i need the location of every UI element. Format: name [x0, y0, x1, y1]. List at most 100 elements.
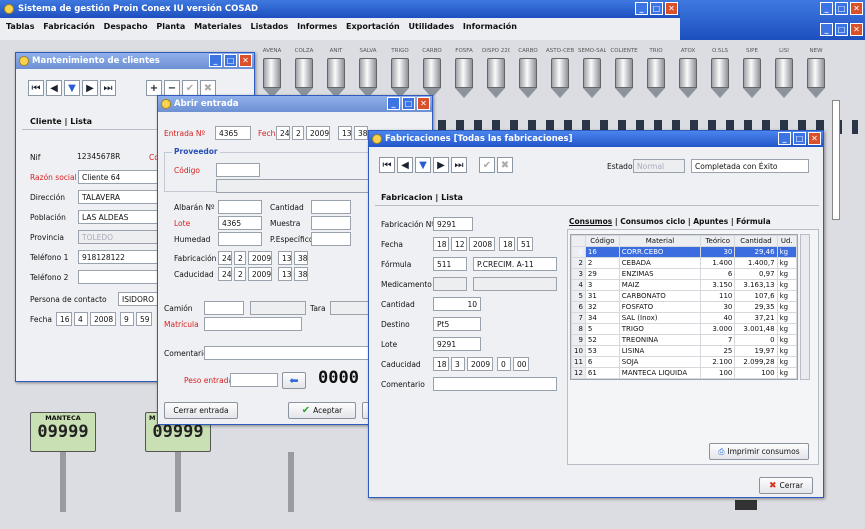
col-ud[interactable]: Ud. — [776, 235, 798, 247]
confirm-icon[interactable]: ✔ — [479, 157, 495, 173]
table-row[interactable]: 7 34 SAL (Inox) 40 37,21 kg — [571, 312, 798, 324]
first-record-icon[interactable]: ⏮ — [28, 80, 44, 96]
maximize-icon[interactable]: □ — [793, 132, 806, 145]
muestra-field[interactable] — [311, 216, 351, 230]
table-row[interactable]: 2 2 CEBADA 1.400 1.400,7 kg — [571, 257, 798, 269]
lote-field[interactable]: 9291 — [433, 337, 481, 351]
caducidad-minute[interactable]: 38 — [294, 267, 308, 281]
caducidad-day[interactable]: 18 — [433, 357, 449, 371]
table-row[interactable]: 5 31 CARBONATO 110 107,6 kg — [571, 290, 798, 302]
tab-lista[interactable]: Lista — [70, 117, 92, 126]
camion-desc-field[interactable] — [250, 301, 306, 315]
close-icon[interactable]: ✕ — [808, 132, 821, 145]
minimize-icon[interactable]: _ — [778, 132, 791, 145]
silo[interactable]: FOSFA — [450, 48, 478, 104]
caducidad-year[interactable]: 2009 — [467, 357, 493, 371]
humedad-field[interactable] — [218, 232, 262, 246]
silo[interactable]: DISPO 220 — [482, 48, 510, 104]
silo[interactable]: SIPE — [738, 48, 766, 104]
menu-informacion[interactable]: Información — [463, 22, 517, 31]
maximize-icon[interactable]: □ — [835, 23, 848, 36]
pespecifico-field[interactable] — [311, 232, 351, 246]
minimize-icon[interactable]: _ — [387, 97, 400, 110]
fabricacion-year[interactable]: 2009 — [248, 251, 272, 265]
provincia-select[interactable]: TOLEDO — [78, 230, 168, 244]
fab-fecha-month[interactable]: 12 — [451, 237, 467, 251]
poblacion-field[interactable]: LAS ALDEAS — [78, 210, 168, 224]
entrada-fecha-minute[interactable]: 38 — [354, 126, 368, 140]
table-row[interactable]: 12 61 MANTECA LIQUIDA 100 100 kg — [571, 367, 798, 379]
confirm-icon[interactable]: ✔ — [182, 80, 198, 96]
maximize-icon[interactable]: □ — [224, 54, 237, 67]
silo[interactable]: CARBO — [514, 48, 542, 104]
razon-field[interactable]: Cliente 64 — [78, 170, 168, 184]
fab-fecha-day[interactable]: 18 — [433, 237, 449, 251]
table-row[interactable]: 10 53 LISINA 25 19,97 kg — [571, 345, 798, 357]
minimize-icon[interactable]: _ — [635, 2, 648, 15]
close-icon[interactable]: ✕ — [850, 2, 863, 15]
caducidad-month[interactable]: 3 — [451, 357, 465, 371]
menu-exportacion[interactable]: Exportación — [346, 22, 400, 31]
albaran-field[interactable] — [218, 200, 262, 214]
fabricacion-month[interactable]: 2 — [234, 251, 246, 265]
table-row[interactable]: 6 32 FOSFATO 30 29,35 kg — [571, 301, 798, 313]
cerrar-entrada-button[interactable]: Cerrar entrada — [164, 402, 238, 419]
cancel-icon[interactable]: ✖ — [497, 157, 513, 173]
matricula-field[interactable] — [204, 317, 302, 331]
tab-apuntes[interactable]: Apuntes — [693, 217, 728, 226]
silo[interactable]: LISI — [770, 48, 798, 104]
camion-field[interactable] — [204, 301, 244, 315]
comentario-field[interactable] — [433, 377, 557, 391]
tab-lista[interactable]: Lista — [441, 193, 463, 202]
last-record-icon[interactable]: ⏭ — [100, 80, 116, 96]
grid-scrollbar[interactable] — [800, 234, 810, 380]
aceptar-button[interactable]: ✔ Aceptar — [288, 402, 356, 419]
close-icon[interactable]: ✕ — [417, 97, 430, 110]
search-down-icon[interactable]: ▼ — [64, 80, 80, 96]
col-codigo[interactable]: Código — [584, 235, 620, 247]
previous-record-icon[interactable]: ◀ — [46, 80, 62, 96]
menu-planta[interactable]: Planta — [156, 22, 185, 31]
entrada-field[interactable]: 4365 — [215, 126, 251, 140]
silo[interactable]: TRIO — [642, 48, 670, 104]
codigo-field[interactable] — [216, 163, 260, 177]
fecha-year[interactable]: 2008 — [90, 312, 116, 326]
menu-materiales[interactable]: Materiales — [194, 22, 242, 31]
silo[interactable]: SEMO-SAL — [578, 48, 606, 104]
fab-fecha-minute[interactable]: 51 — [517, 237, 533, 251]
entrada-fecha-year[interactable]: 2009 — [306, 126, 330, 140]
telefono2-field[interactable] — [78, 270, 168, 284]
tab-formula[interactable]: Fórmula — [736, 217, 770, 226]
add-icon[interactable]: + — [146, 80, 162, 96]
imprimir-consumos-button[interactable]: ⎙ Imprimir consumos — [709, 443, 809, 460]
entrada-fecha-day[interactable]: 24 — [276, 126, 290, 140]
lote-field[interactable]: 4365 — [218, 216, 262, 230]
medicamento-field[interactable] — [433, 277, 467, 291]
tab-fabricacion[interactable]: Fabricacion — [381, 193, 433, 202]
medicamento-desc-field[interactable] — [473, 277, 557, 291]
menu-tablas[interactable]: Tablas — [6, 22, 34, 31]
fecha-minute[interactable]: 59 — [136, 312, 152, 326]
tab-consumos[interactable]: Consumos — [569, 217, 612, 226]
direccion-field[interactable]: TALAVERA — [78, 190, 168, 204]
silo[interactable]: ATOX — [674, 48, 702, 104]
destino-field[interactable]: Pt5 — [433, 317, 481, 331]
minimize-icon[interactable]: _ — [209, 54, 222, 67]
maximize-icon[interactable]: □ — [835, 2, 848, 15]
maximize-icon[interactable]: □ — [650, 2, 663, 15]
formula-code-field[interactable]: 511 — [433, 257, 467, 271]
fabricacion-day[interactable]: 24 — [218, 251, 232, 265]
menu-utilidades[interactable]: Utilidades — [409, 22, 455, 31]
caducidad-hour[interactable]: 13 — [278, 267, 292, 281]
estado-select[interactable]: Normal — [633, 159, 685, 173]
caducidad-hour[interactable]: 0 — [497, 357, 511, 371]
entrada-fecha-month[interactable]: 2 — [292, 126, 304, 140]
previous-record-icon[interactable]: ◀ — [397, 157, 413, 173]
fab-fecha-hour[interactable]: 18 — [499, 237, 515, 251]
remove-icon[interactable]: − — [164, 80, 180, 96]
entrada-fecha-hour[interactable]: 13 — [338, 126, 352, 140]
tab-cliente[interactable]: Cliente — [30, 117, 62, 126]
menu-listados[interactable]: Listados — [251, 22, 289, 31]
table-row[interactable]: 3 29 ENZIMAS 6 0,97 kg — [571, 268, 798, 280]
close-icon[interactable]: ✕ — [665, 2, 678, 15]
